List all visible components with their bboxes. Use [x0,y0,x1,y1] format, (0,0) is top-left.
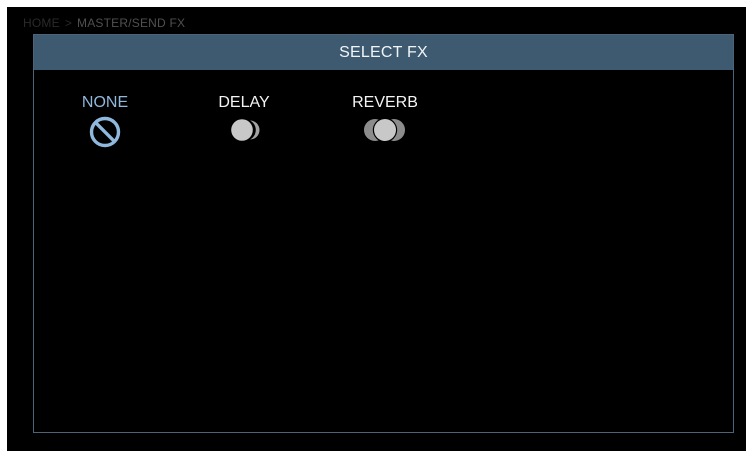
breadcrumb: HOME > MASTER/SEND FX [23,16,185,30]
fx-option-reverb[interactable]: REVERB [352,93,418,145]
fx-option-label: REVERB [352,94,418,111]
fx-option-none[interactable]: NONE [81,93,129,149]
fx-option-delay[interactable]: DELAY [215,93,273,145]
breadcrumb-home[interactable]: HOME [23,16,60,30]
fx-option-label: NONE [81,94,129,111]
reverb-icon [364,117,405,143]
breadcrumb-separator: > [64,16,73,30]
fx-option-label: DELAY [218,94,270,111]
prohibited-icon [89,116,121,148]
dialog-header: SELECT FX [34,35,733,70]
breadcrumb-current: MASTER/SEND FX [77,16,186,30]
delay-icon [231,119,260,141]
select-fx-dialog: SELECT FX NONE DELAY REVERB [33,34,734,433]
fx-screen: HOME > MASTER/SEND FX SELECT FX NONE DELAY… [7,7,746,451]
dialog-title: SELECT FX [339,43,428,61]
